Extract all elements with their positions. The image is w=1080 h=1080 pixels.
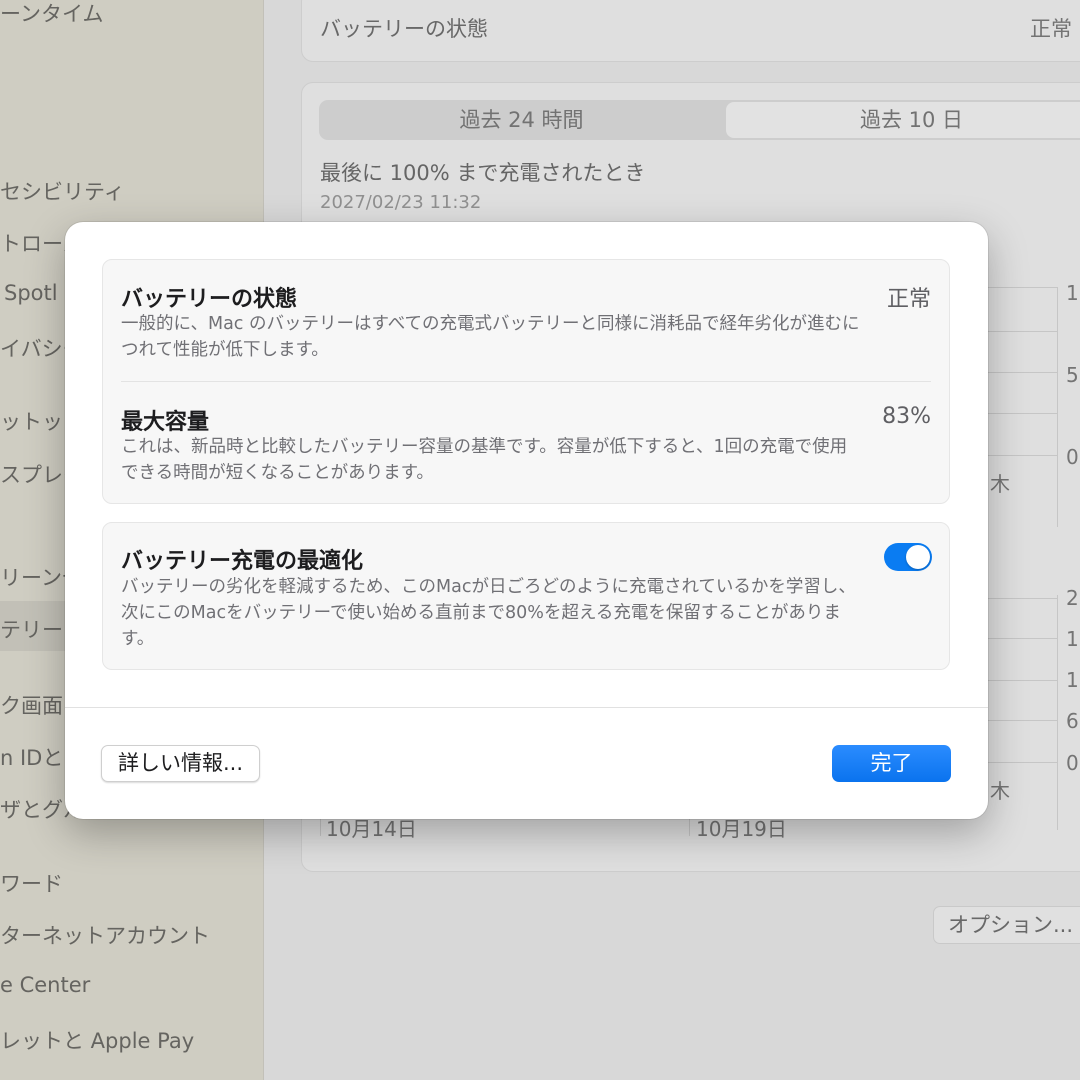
done-button[interactable]: 完了 — [832, 745, 951, 782]
max-capacity-description: これは、新品時と比較したバッテリー容量の基準です。容量が低下すると、1回の充電で… — [121, 437, 848, 483]
optimized-charging-group: バッテリー充電の最適化 バッテリーの劣化を軽減するため、このMacが日ごろどのよ… — [102, 522, 950, 670]
battery-health-row-value: 正常 — [886, 287, 931, 312]
max-capacity-value: 83% — [882, 404, 931, 429]
optimized-charging-title: バッテリー充電の最適化 — [121, 549, 364, 574]
battery-info-group: バッテリーの状態 正常 一般的に、Mac のバッテリーはすべての充電式バッテリー… — [102, 259, 950, 504]
more-info-button[interactable]: 詳しい情報... — [101, 745, 260, 782]
max-capacity-row-title: 最大容量 — [121, 410, 210, 435]
sheet-footer-divider — [65, 707, 988, 708]
battery-health-sheet: バッテリーの状態 正常 一般的に、Mac のバッテリーはすべての充電式バッテリー… — [65, 222, 988, 819]
battery-health-description: 一般的に、Mac のバッテリーはすべての充電式バッテリーと同様に消耗品で経年劣化… — [121, 314, 860, 360]
toggle-knob — [906, 545, 930, 569]
battery-health-row-title: バッテリーの状態 — [121, 287, 298, 312]
optimized-charging-description: バッテリーの劣化を軽減するため、このMacが日ごろどのように充電されているかを学… — [121, 577, 856, 649]
row-divider — [121, 381, 931, 382]
optimized-charging-toggle[interactable] — [884, 543, 932, 571]
